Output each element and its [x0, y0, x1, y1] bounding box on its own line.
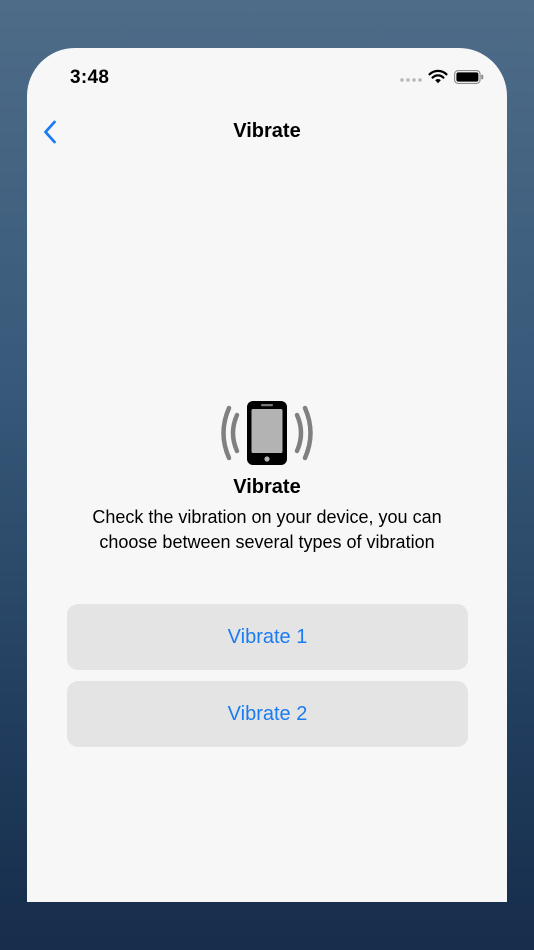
wifi-icon: [428, 69, 448, 89]
vibrate-2-button[interactable]: Vibrate 2: [67, 681, 468, 747]
status-time: 3:48: [70, 67, 110, 88]
status-bar: 3:48: [27, 48, 507, 108]
signal-dots-icon: [400, 70, 422, 88]
phone-vibrate-icon: [221, 401, 313, 465]
page-title: Vibrate: [233, 120, 301, 142]
vibrate-1-button[interactable]: Vibrate 1: [67, 604, 468, 670]
phone-screen: 3:48 Vibrate Vibrate Check the vibration…: [27, 48, 507, 902]
battery-icon: [454, 69, 484, 89]
navigation-bar: Vibrate: [27, 108, 507, 156]
main-content: Vibrate Check the vibration on your devi…: [27, 400, 507, 555]
section-heading: Vibrate: [233, 476, 301, 498]
status-icons: [400, 69, 484, 89]
description-text: Check the vibration on your device, you …: [92, 507, 442, 552]
